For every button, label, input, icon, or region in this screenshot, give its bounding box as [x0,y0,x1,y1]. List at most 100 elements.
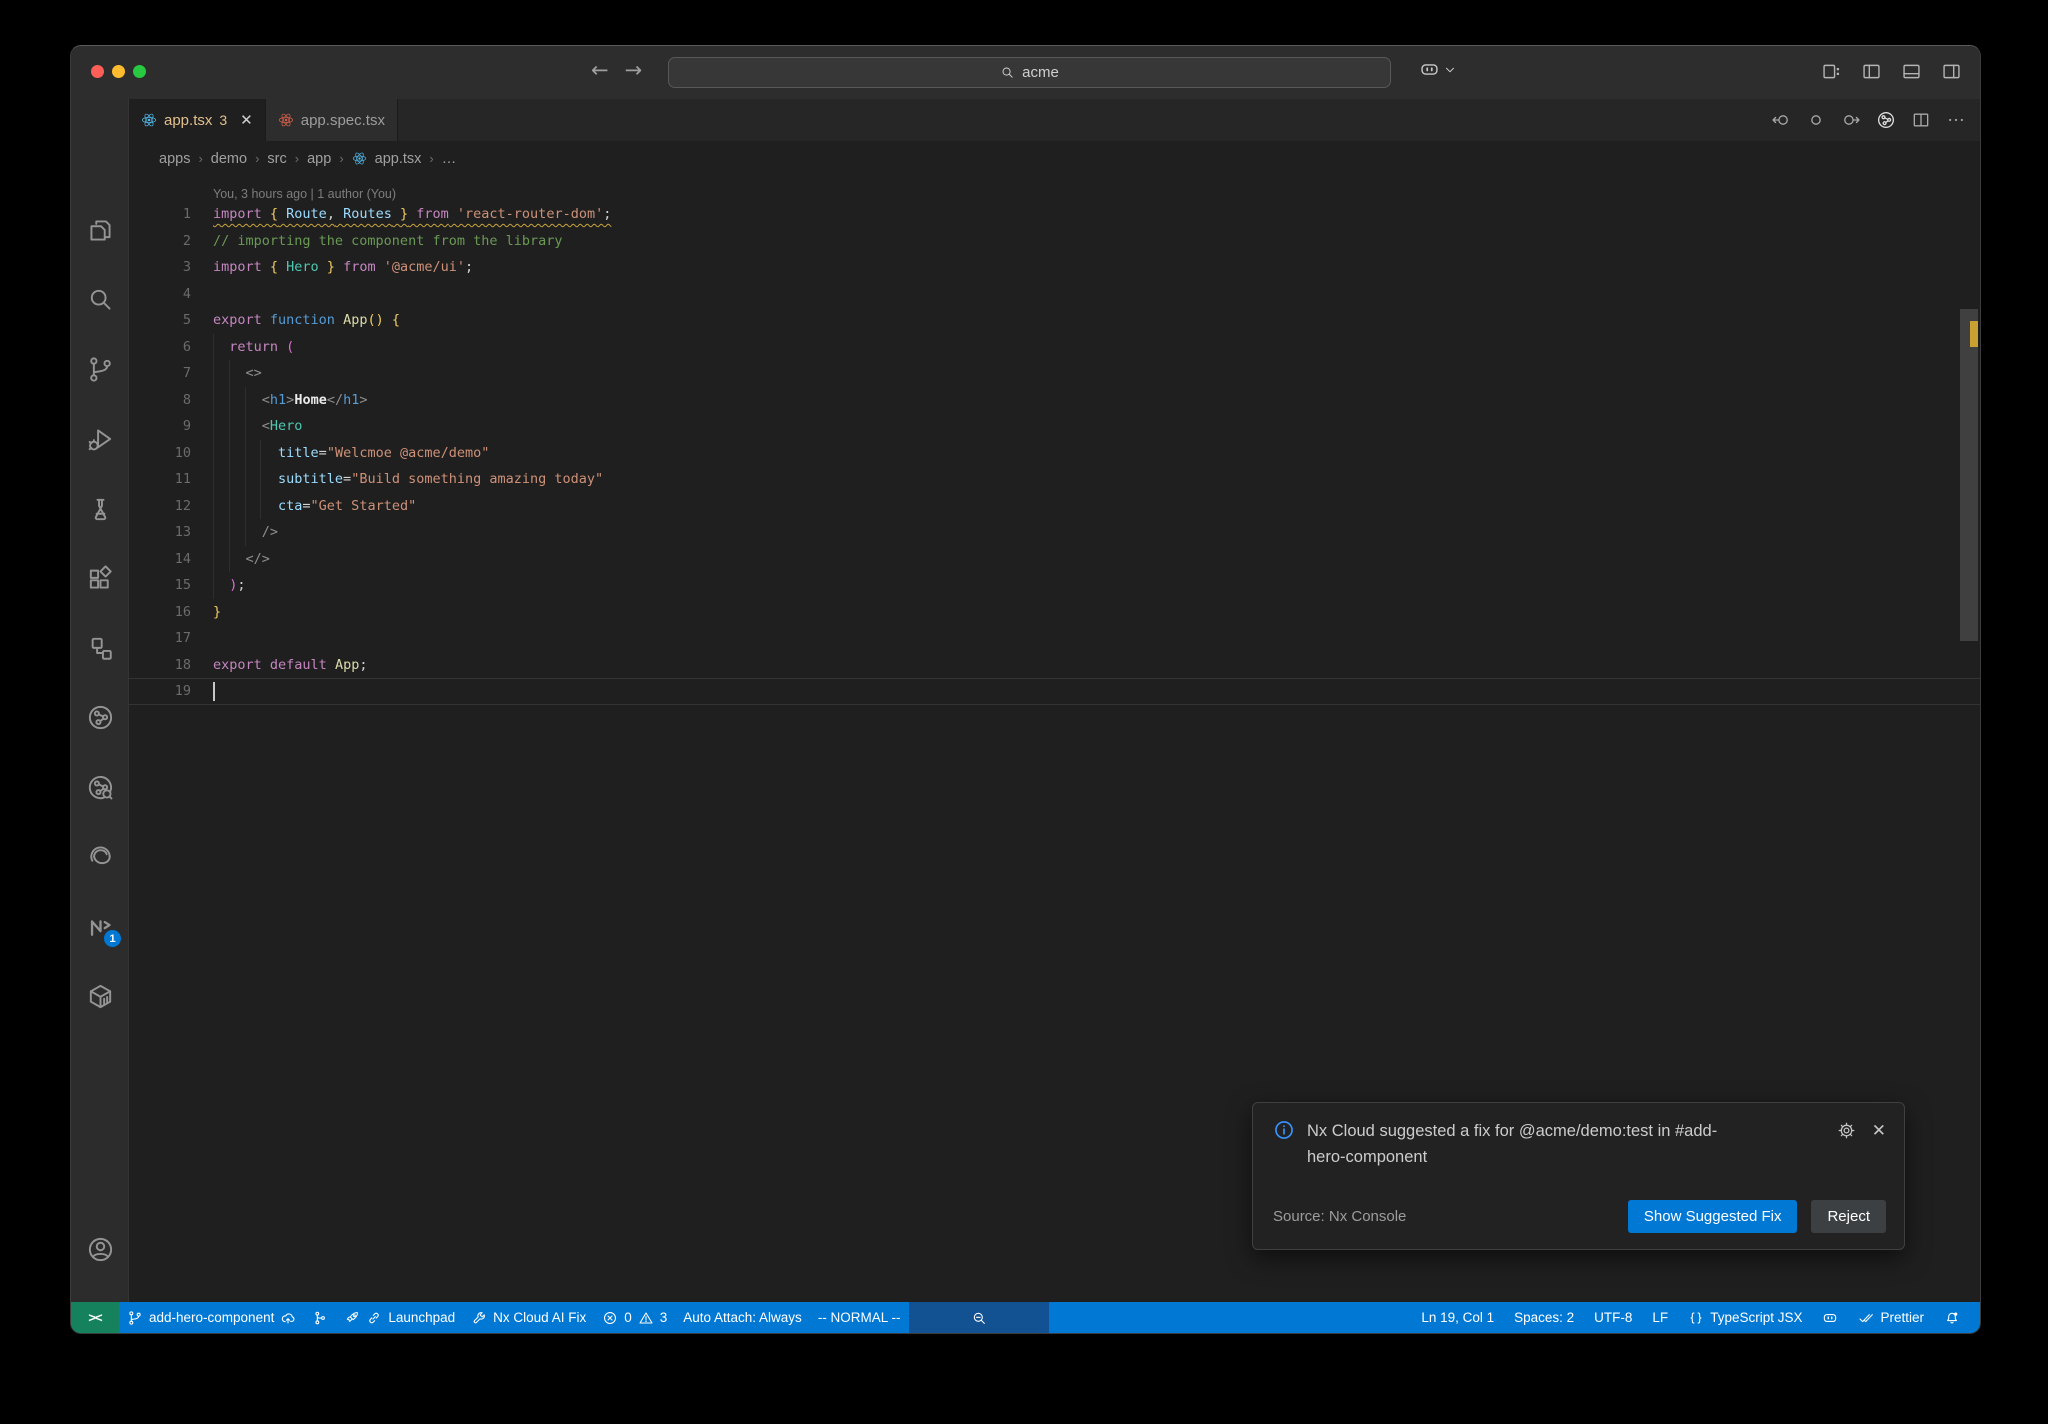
toggle-panel-icon[interactable] [1901,61,1922,82]
code-line-16[interactable]: 16} [129,599,1980,626]
wrench-icon [471,1310,487,1326]
command-center-search[interactable]: acme [668,57,1391,88]
line-number: 11 [174,471,191,487]
git-blame-annotation: You, 3 hours ago | 1 author (You) [213,187,397,201]
commit-graph-item[interactable] [304,1302,336,1333]
code-line-18[interactable]: 18 export default App; [129,652,1980,679]
rocket-icon [344,1310,360,1326]
sidebar-item-containers[interactable] [71,967,129,1025]
customize-layout-icon[interactable] [1821,61,1842,82]
toggle-sidebar-icon[interactable] [1861,61,1882,82]
problems[interactable]: 03 [594,1302,675,1333]
link-icon [366,1310,382,1326]
code-line-13[interactable]: 13 /> [129,519,1980,546]
code-line-19[interactable]: 19 [129,678,1980,705]
toggle-secondary-sidebar-icon[interactable] [1941,61,1962,82]
breadcrumb-file[interactable]: app.tsx [375,151,422,167]
search-icon [86,285,115,314]
sidebar-item-commit-graph[interactable] [71,688,129,746]
sidebar-item-nx-console[interactable]: 1 [71,898,129,956]
auto-attach[interactable]: Auto Attach: Always [675,1302,810,1333]
sidebar-item-gitlens-inspect[interactable] [71,758,129,816]
copilot-status[interactable] [1814,1302,1846,1333]
sidebar-item-run-debug[interactable] [71,410,129,468]
git-branch[interactable]: add-hero-component [119,1302,304,1333]
current-change-icon[interactable] [1806,110,1826,130]
copilot-menu[interactable] [1419,59,1456,80]
line-number: 8 [182,391,191,408]
code-line-6[interactable]: 6 return ( [129,334,1980,361]
breadcrumb-item[interactable]: src [267,151,286,167]
language-mode[interactable]: TypeScript JSX [1680,1302,1810,1333]
tab-app.spec.tsx[interactable]: app.spec.tsx [265,99,398,141]
code-line-8[interactable]: 8 <h1>Home</h1> [129,387,1980,414]
zoom-window-button[interactable] [133,65,146,78]
navigate-back-icon[interactable]: ← [591,58,609,82]
code-line-11[interactable]: 11 subtitle="Build something amazing tod… [129,466,1980,493]
eol-sequence[interactable]: LF [1644,1302,1676,1333]
commit-graph-button[interactable] [1876,110,1896,130]
zoom-indicator[interactable] [908,1302,1049,1333]
previous-change-icon[interactable] [1771,110,1791,130]
sidebar-item-source-control[interactable] [71,340,129,398]
gitlens-launchpad-label: Launchpad [388,1310,456,1325]
formatter-prettier[interactable]: Prettier [1850,1302,1932,1333]
code-line-9[interactable]: 9 <Hero [129,413,1980,440]
sidebar-item-explorer[interactable] [71,201,129,259]
breadcrumb-separator: › [255,151,260,166]
sidebar-item-testing[interactable] [71,480,129,538]
encoding[interactable]: UTF-8 [1586,1302,1640,1333]
code-line-14[interactable]: 14 </> [129,546,1980,573]
git-branch-label: add-hero-component [149,1310,275,1325]
code-line-2[interactable]: 2 // importing the component from the lib… [129,228,1980,255]
code-line-12[interactable]: 12 cta="Get Started" [129,493,1980,520]
notification-message: Nx Cloud suggested a fix for @acme/demo:… [1307,1122,1718,1166]
breadcrumb-symbol-more[interactable]: … [442,151,457,167]
code-line-17[interactable]: 17 [129,625,1980,652]
close-tab-icon[interactable]: ✕ [240,111,253,129]
code-line-7[interactable]: 7 <> [129,360,1980,387]
notifications-bell[interactable] [1936,1302,1968,1333]
cursor-position[interactable]: Ln 19, Col 1 [1413,1302,1502,1333]
reject-button[interactable]: Reject [1811,1200,1886,1233]
code-line-4[interactable]: 4 [129,281,1980,308]
navigate-forward-icon[interactable]: → [625,58,643,82]
code-line-10[interactable]: 10 title="Welcmoe @acme/demo" [129,440,1980,467]
show-suggested-fix-button[interactable]: Show Suggested Fix [1627,1200,1798,1233]
next-change-icon[interactable] [1841,110,1861,130]
sidebar-item-edge-browser[interactable] [71,827,129,885]
minimize-window-button[interactable] [112,65,125,78]
sidebar-item-search[interactable] [71,270,129,328]
code-line-3[interactable]: 3 import { Hero } from '@acme/ui'; [129,254,1980,281]
more-actions-icon[interactable] [1946,110,1966,130]
sidebar-item-nx-project-graph[interactable] [71,619,129,677]
tab-app.tsx[interactable]: app.tsx 3 ✕ [129,99,266,141]
breadcrumb-item[interactable]: demo [211,151,247,167]
flask-icon [86,495,115,524]
editor-scrollbar[interactable] [1960,309,1978,641]
accounts-button[interactable] [71,1220,129,1278]
notification-close-icon[interactable]: ✕ [1872,1121,1886,1141]
nx-cloud-ai-fix[interactable]: Nx Cloud AI Fix [463,1302,594,1333]
notification-settings-icon[interactable] [1837,1121,1856,1140]
remote-indicator[interactable]: >< [71,1302,119,1333]
problems-label: 0 [624,1310,632,1325]
breadcrumb-item[interactable]: apps [159,151,190,167]
code-line-5[interactable]: 5 export function App() { [129,307,1980,334]
gitlens-launchpad[interactable]: Launchpad [336,1302,463,1333]
indentation[interactable]: Spaces: 2 [1506,1302,1582,1333]
line-number: 15 [174,577,191,593]
info-icon [1273,1119,1295,1170]
close-window-button[interactable] [91,65,104,78]
line-number: 13 [174,524,191,540]
code-line-1[interactable]: 1 import { Route, Routes } from 'react-ro… [129,201,1980,228]
text-cursor [213,682,215,701]
indent-guide [228,360,230,572]
breadcrumb-item[interactable]: app [307,151,331,167]
sidebar-item-extensions[interactable] [71,549,129,607]
code-text: <h1>Home</h1> [213,391,368,408]
line-number: 10 [174,444,191,461]
code-line-15[interactable]: 15 ); [129,572,1980,599]
vim-mode[interactable]: -- NORMAL -- [810,1302,909,1333]
split-editor-icon[interactable] [1911,110,1931,130]
